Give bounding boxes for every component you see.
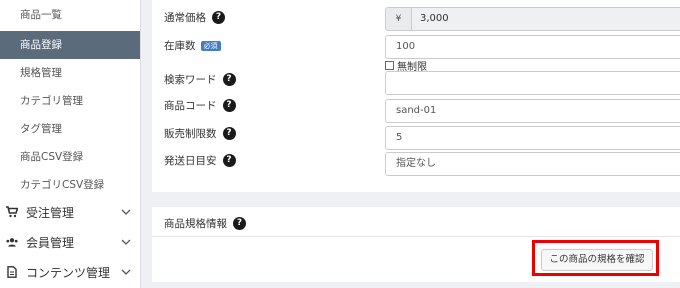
product-code-label-text: 商品コード (164, 100, 217, 112)
sidebar-item-contents[interactable]: コンテンツ管理 (0, 258, 141, 286)
cart-icon (6, 206, 18, 218)
currency-addon: ¥ (385, 7, 411, 31)
help-icon[interactable]: ? (222, 73, 236, 86)
sale-limit-input[interactable]: 5 (385, 126, 680, 150)
search-word-input[interactable] (385, 71, 680, 95)
sidebar-item-category-management[interactable]: カテゴリ管理 (0, 87, 140, 115)
product-code-input[interactable]: sand-01 (385, 99, 680, 123)
required-badge: 必須 (200, 40, 221, 51)
sidebar-item-label: 会員管理 (26, 235, 75, 250)
price-input-group: ¥ 3,000 (385, 7, 680, 31)
sidebar-item-product-csv[interactable]: 商品CSV登録 (0, 143, 140, 171)
check-spec-button[interactable]: この商品の規格を確認 (541, 249, 653, 271)
checkbox-box[interactable] (385, 61, 394, 70)
delivery-select[interactable]: 指定なし (385, 152, 680, 176)
spec-section-title: 商品規格情報 ? (164, 216, 246, 231)
delivery-label-text: 発送日目安 (164, 155, 217, 167)
sidebar-item-label: コンテンツ管理 (26, 265, 111, 280)
price-label-text: 通常価格 (164, 12, 206, 24)
search-word-label-text: 検索ワード (164, 74, 217, 86)
stock-label-text: 在庫数 (164, 40, 196, 52)
chevron-down-icon (121, 209, 131, 215)
chevron-down-icon (121, 269, 131, 275)
sidebar-item-spec-management[interactable]: 規格管理 (0, 59, 140, 87)
spec-section-title-text: 商品規格情報 (164, 218, 227, 230)
help-icon[interactable]: ? (222, 154, 236, 167)
sidebar-item-orders[interactable]: 受注管理 (0, 198, 141, 226)
sidebar-item-members[interactable]: 会員管理 (0, 228, 141, 256)
sidebar-item-label: 受注管理 (26, 205, 75, 220)
price-label: 通常価格 ? (164, 10, 225, 25)
sidebar-item-product-list[interactable]: 商品一覧 (0, 0, 140, 31)
price-input[interactable]: 3,000 (411, 7, 680, 31)
sale-limit-label: 販売制限数 ? (164, 126, 236, 141)
sidebar-item-category-csv[interactable]: カテゴリCSV登録 (0, 171, 140, 199)
help-icon[interactable]: ? (222, 127, 236, 140)
help-icon[interactable]: ? (233, 217, 246, 230)
document-icon (6, 266, 18, 278)
product-code-label: 商品コード ? (164, 98, 236, 113)
users-icon (6, 236, 18, 248)
sidebar-item-tag-management[interactable]: タグ管理 (0, 115, 140, 143)
delivery-label: 発送日目安 ? (164, 153, 236, 168)
help-icon[interactable]: ? (222, 99, 236, 112)
help-icon[interactable]: ? (212, 11, 225, 24)
sidebar: 商品一覧 商品登録 規格管理 カテゴリ管理 タグ管理 商品CSV登録 カテゴリC… (0, 0, 141, 288)
sale-limit-label-text: 販売制限数 (164, 128, 217, 140)
chevron-down-icon (121, 239, 131, 245)
stock-input[interactable]: 100 (385, 35, 680, 59)
sidebar-item-product-register[interactable]: 商品登録 (0, 31, 140, 59)
stock-label: 在庫数 必須 (164, 38, 221, 53)
search-word-label: 検索ワード ? (164, 72, 236, 87)
